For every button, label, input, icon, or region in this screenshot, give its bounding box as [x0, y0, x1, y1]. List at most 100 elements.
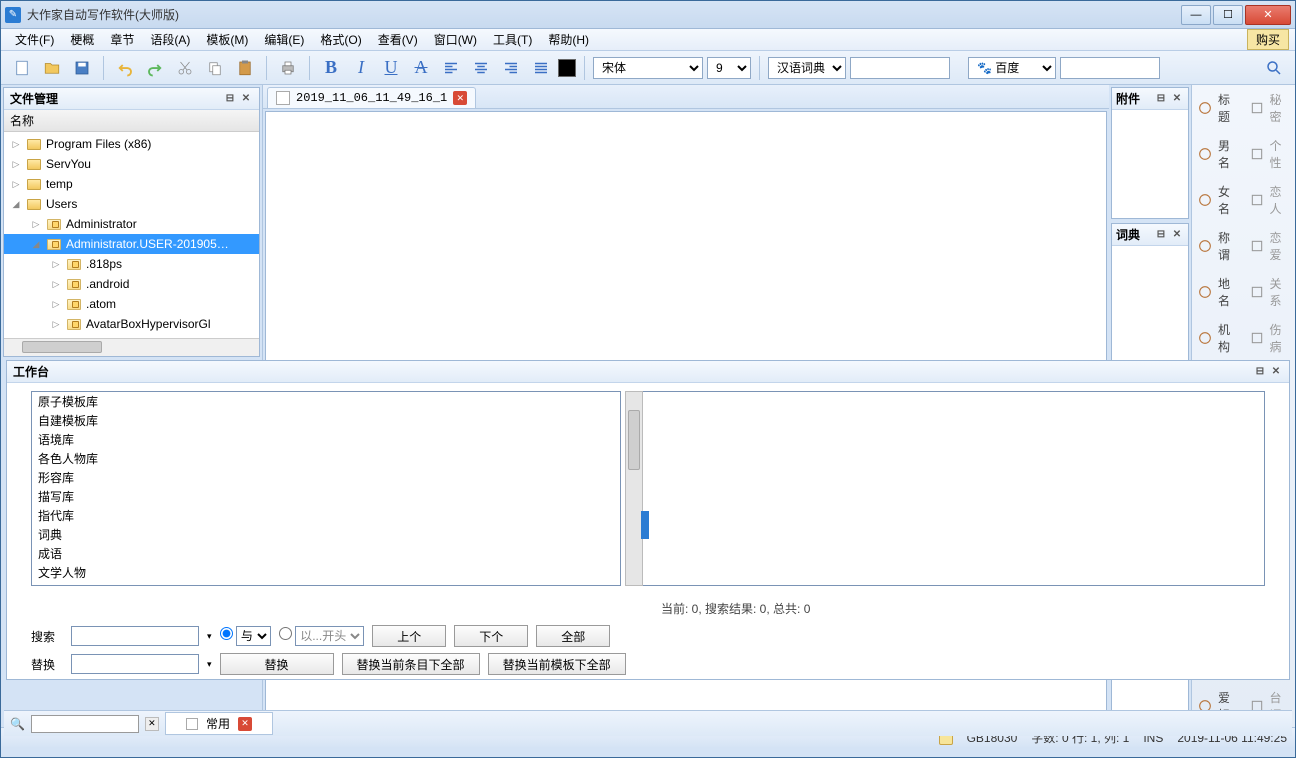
- list-item[interactable]: 成语: [32, 544, 620, 563]
- align-center-button[interactable]: [468, 55, 494, 81]
- sidebar-item[interactable]: 关系: [1244, 269, 1296, 315]
- list-item[interactable]: 形容库: [32, 468, 620, 487]
- panel-float-icon[interactable]: ⊟: [1154, 228, 1168, 242]
- panel-close-icon[interactable]: ✕: [1269, 365, 1283, 379]
- tree-row[interactable]: ▷AvatarBoxHypervisorGl: [4, 314, 259, 334]
- print-button[interactable]: [275, 55, 301, 81]
- web-search-input[interactable]: [1060, 57, 1160, 79]
- menu-item[interactable]: 章节: [102, 29, 142, 50]
- new-file-button[interactable]: [9, 55, 35, 81]
- startswith-select[interactable]: 以...开头: [295, 626, 364, 646]
- redo-button[interactable]: [142, 55, 168, 81]
- tree-row[interactable]: ▷temp: [4, 174, 259, 194]
- dict-select[interactable]: 汉语词典: [768, 57, 846, 79]
- open-file-button[interactable]: [39, 55, 65, 81]
- cut-button[interactable]: [172, 55, 198, 81]
- copy-button[interactable]: [202, 55, 228, 81]
- menu-item[interactable]: 查看(V): [370, 29, 426, 50]
- menu-item[interactable]: 窗口(W): [426, 29, 485, 50]
- sidebar-item-place[interactable]: 地名: [1192, 269, 1244, 315]
- workbench-list[interactable]: 原子模板库自建模板库语境库各色人物库形容库描写库指代库词典成语文学人物圣经金句诺…: [31, 391, 621, 586]
- align-left-button[interactable]: [438, 55, 464, 81]
- tree-row[interactable]: ▷.atom: [4, 294, 259, 314]
- panel-float-icon[interactable]: ⊟: [223, 92, 237, 106]
- align-right-button[interactable]: [498, 55, 524, 81]
- sidebar-item[interactable]: 秘密: [1244, 85, 1296, 131]
- menu-item[interactable]: 格式(O): [312, 29, 369, 50]
- tree-row[interactable]: ▷.android: [4, 274, 259, 294]
- minimize-button[interactable]: —: [1181, 5, 1211, 25]
- font-select[interactable]: 宋体: [593, 57, 703, 79]
- replace-input[interactable]: [71, 654, 199, 674]
- buy-button[interactable]: 购买: [1247, 29, 1289, 50]
- menu-item[interactable]: 语段(A): [142, 29, 198, 50]
- replace-button[interactable]: 替换: [220, 653, 334, 675]
- workbench-preview[interactable]: [633, 391, 1265, 586]
- attachment-body[interactable]: [1112, 110, 1188, 218]
- list-item[interactable]: 描写库: [32, 487, 620, 506]
- document-tab[interactable]: 2019_11_06_11_49_16_1 ✕: [267, 87, 476, 108]
- font-color-picker[interactable]: [558, 59, 576, 77]
- close-button[interactable]: ✕: [1245, 5, 1291, 25]
- file-col-header[interactable]: 名称: [4, 110, 259, 132]
- clear-search-button[interactable]: ✕: [145, 717, 159, 731]
- panel-float-icon[interactable]: ⊟: [1253, 365, 1267, 379]
- sidebar-item[interactable]: 恋爱: [1244, 223, 1296, 269]
- tree-row[interactable]: ▷Program Files (x86): [4, 134, 259, 154]
- and-radio[interactable]: 与: [220, 626, 271, 646]
- strike-button[interactable]: A: [408, 55, 434, 81]
- underline-button[interactable]: U: [378, 55, 404, 81]
- menu-item[interactable]: 帮助(H): [540, 29, 597, 50]
- panel-close-icon[interactable]: ✕: [239, 92, 253, 106]
- tree-row[interactable]: ▷Administrator: [4, 214, 259, 234]
- undo-button[interactable]: [112, 55, 138, 81]
- sidebar-item-tag[interactable]: 称谓: [1192, 223, 1244, 269]
- menu-item[interactable]: 梗概: [62, 29, 102, 50]
- sidebar-item-org[interactable]: 机构: [1192, 315, 1244, 361]
- search-engine-select[interactable]: 🐾 百度: [968, 57, 1056, 79]
- fontsize-select[interactable]: 9: [707, 57, 751, 79]
- list-item[interactable]: 文学人物: [32, 563, 620, 582]
- file-tree-hscroll[interactable]: [4, 338, 259, 356]
- list-item[interactable]: 圣经金句: [32, 582, 620, 586]
- menu-item[interactable]: 编辑(E): [256, 29, 312, 50]
- list-item[interactable]: 各色人物库: [32, 449, 620, 468]
- menu-item[interactable]: 模板(M): [198, 29, 256, 50]
- sidebar-item[interactable]: 伤病: [1244, 315, 1296, 361]
- list-scrollbar[interactable]: [625, 391, 643, 586]
- panel-close-icon[interactable]: ✕: [1170, 92, 1184, 106]
- startswith-radio[interactable]: 以...开头: [279, 626, 364, 646]
- sidebar-item-title[interactable]: 标题: [1192, 85, 1244, 131]
- sidebar-item-male[interactable]: 男名: [1192, 131, 1244, 177]
- bottom-search-input[interactable]: [31, 715, 139, 733]
- replace-current-all-button[interactable]: 替换当前条目下全部: [342, 653, 480, 675]
- align-justify-button[interactable]: [528, 55, 554, 81]
- all-button[interactable]: 全部: [536, 625, 610, 647]
- menu-item[interactable]: 工具(T): [485, 29, 540, 50]
- list-item[interactable]: 语境库: [32, 430, 620, 449]
- next-button[interactable]: 下个: [454, 625, 528, 647]
- dict-search-input[interactable]: [850, 57, 950, 79]
- save-button[interactable]: [69, 55, 95, 81]
- sidebar-item-female[interactable]: 女名: [1192, 177, 1244, 223]
- tab-close-icon[interactable]: ✕: [238, 717, 252, 731]
- search-input[interactable]: [71, 626, 199, 646]
- search-icon[interactable]: [1261, 55, 1287, 81]
- sidebar-item[interactable]: 恋人: [1244, 177, 1296, 223]
- tab-close-icon[interactable]: ✕: [453, 91, 467, 105]
- common-tab[interactable]: 常用 ✕: [165, 712, 273, 735]
- sidebar-item[interactable]: 个性: [1244, 131, 1296, 177]
- tree-row[interactable]: ▷ServYou: [4, 154, 259, 174]
- tree-row[interactable]: ▷.818ps: [4, 254, 259, 274]
- list-item[interactable]: 原子模板库: [32, 392, 620, 411]
- italic-button[interactable]: I: [348, 55, 374, 81]
- splitter-handle[interactable]: [641, 511, 649, 539]
- prev-button[interactable]: 上个: [372, 625, 446, 647]
- and-select[interactable]: 与: [236, 626, 271, 646]
- list-item[interactable]: 自建模板库: [32, 411, 620, 430]
- replace-template-all-button[interactable]: 替换当前模板下全部: [488, 653, 626, 675]
- paste-button[interactable]: [232, 55, 258, 81]
- panel-close-icon[interactable]: ✕: [1170, 228, 1184, 242]
- panel-float-icon[interactable]: ⊟: [1154, 92, 1168, 106]
- menu-item[interactable]: 文件(F): [7, 29, 62, 50]
